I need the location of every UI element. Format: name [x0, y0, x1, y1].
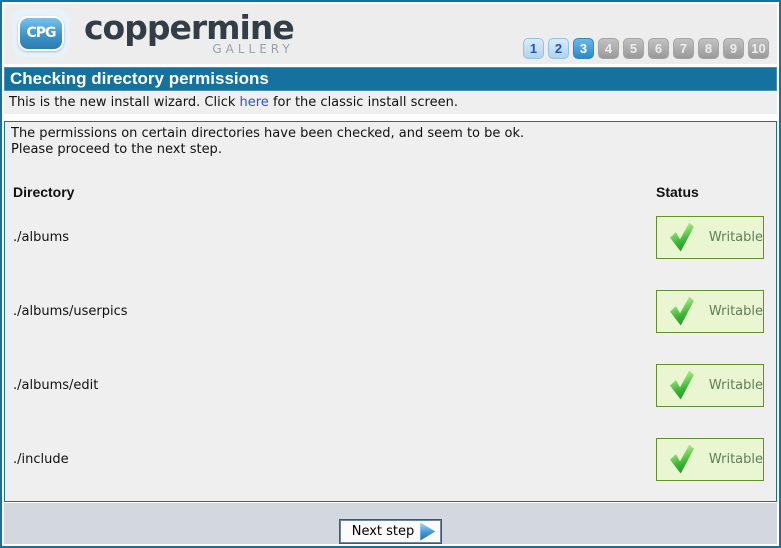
wizard-step-3[interactable]: 3: [573, 38, 594, 59]
status-badge: Writable: [656, 216, 764, 259]
classic-install-link[interactable]: here: [240, 95, 269, 110]
directory-cell: ./albums: [13, 230, 656, 245]
arrow-right-icon: [420, 523, 435, 541]
status-label: Writable: [709, 452, 763, 467]
wizard-step-8[interactable]: 8: [698, 38, 719, 59]
wizard-step-4[interactable]: 4: [598, 38, 619, 59]
status-label: Writable: [709, 304, 763, 319]
status-badge: Writable: [656, 364, 764, 407]
wizard-step-6[interactable]: 6: [648, 38, 669, 59]
wizard-step-5[interactable]: 5: [623, 38, 644, 59]
status-cell: Writable: [656, 216, 770, 259]
table-body: ./albums Writable ./albums/userpics Writ…: [5, 200, 776, 496]
intro-line-1: The permissions on certain directories h…: [11, 126, 770, 142]
page-title: Checking directory permissions: [4, 67, 777, 91]
status-label: Writable: [709, 378, 763, 393]
brand-name: coppermine: [84, 11, 294, 45]
status-badge: Writable: [656, 438, 764, 481]
header: CPG coppermine GALLERY 12345678910: [4, 4, 777, 64]
wizard-step-7[interactable]: 7: [673, 38, 694, 59]
install-wizard-page: CPG coppermine GALLERY 12345678910 Check…: [0, 0, 781, 548]
next-step-label: Next step: [352, 524, 415, 539]
status-badge: Writable: [656, 290, 764, 333]
directory-cell: ./albums/userpics: [13, 304, 656, 319]
directory-cell: ./albums/edit: [13, 378, 656, 393]
status-cell: Writable: [656, 290, 770, 333]
cpg-logo-text: CPG: [18, 16, 64, 51]
check-icon: [670, 297, 694, 326]
wizard-step-indicator: 12345678910: [523, 38, 769, 59]
wizard-note: This is the new install wizard. Click he…: [4, 92, 777, 114]
wizard-step-10[interactable]: 10: [748, 38, 769, 59]
table-row: ./albums Writable: [5, 200, 776, 274]
table-header-row: Directory Status: [5, 184, 776, 200]
directory-column-header: Directory: [13, 184, 656, 200]
status-label: Writable: [709, 230, 763, 245]
wizard-step-1[interactable]: 1: [523, 38, 544, 59]
intro-text: The permissions on certain directories h…: [5, 122, 776, 162]
brand-block: coppermine GALLERY: [84, 11, 294, 56]
intro-line-2: Please proceed to the next step.: [11, 142, 770, 158]
status-cell: Writable: [656, 438, 770, 481]
footer: Next step: [4, 503, 777, 544]
cpg-logo-icon: CPG: [12, 9, 70, 57]
note-text-suffix: for the classic install screen.: [269, 95, 458, 110]
check-icon: [670, 223, 694, 252]
main-content: The permissions on certain directories h…: [4, 121, 777, 502]
check-icon: [670, 371, 694, 400]
table-row: ./albums/userpics Writable: [5, 274, 776, 348]
directory-cell: ./include: [13, 452, 656, 467]
note-text-prefix: This is the new install wizard. Click: [9, 95, 240, 110]
wizard-step-9[interactable]: 9: [723, 38, 744, 59]
coppermine-logo: CPG coppermine GALLERY: [12, 9, 294, 60]
table-row: ./include Writable: [5, 422, 776, 496]
table-row: ./albums/edit Writable: [5, 348, 776, 422]
status-cell: Writable: [656, 364, 770, 407]
status-column-header: Status: [656, 184, 770, 200]
next-step-button[interactable]: Next step: [339, 519, 443, 544]
check-icon: [670, 445, 694, 474]
wizard-step-2[interactable]: 2: [548, 38, 569, 59]
